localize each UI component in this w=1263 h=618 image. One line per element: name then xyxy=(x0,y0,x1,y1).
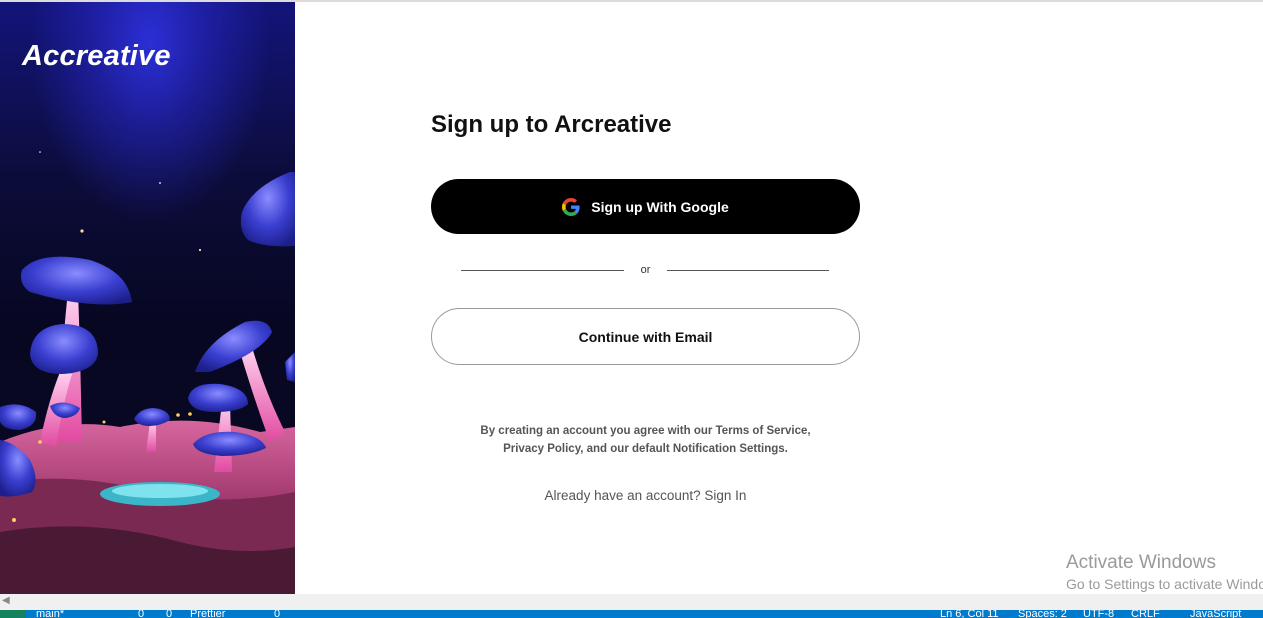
ports-count[interactable]: 0 xyxy=(274,610,280,618)
terms-notice: By creating an account you agree with ou… xyxy=(431,422,860,458)
divider-or-text: or xyxy=(640,264,651,276)
google-signup-button[interactable]: Sign up With Google xyxy=(431,179,860,234)
email-button-label: Continue with Email xyxy=(578,328,713,345)
prettier-status[interactable]: Prettier xyxy=(190,610,225,618)
or-divider: or xyxy=(461,262,829,280)
signup-main: Sign up to Arcreative Sign up With Googl… xyxy=(295,2,1263,594)
sign-in-link[interactable]: Already have an account? Sign In xyxy=(431,488,860,503)
brand-panel: Accreative xyxy=(0,2,295,594)
brand-logo-text: Accreative xyxy=(22,40,171,72)
page-title: Sign up to Arcreative xyxy=(431,111,672,138)
remote-indicator-icon[interactable] xyxy=(0,610,26,618)
mushroom-artwork xyxy=(0,151,295,594)
scroll-left-icon[interactable]: ◀ xyxy=(2,595,10,606)
watermark-subtitle: Go to Settings to activate Windows. xyxy=(1066,576,1263,592)
divider-line-left xyxy=(461,270,624,271)
language-mode[interactable]: JavaScript xyxy=(1190,610,1241,618)
terms-line-2: Privacy Policy, and our default Notifica… xyxy=(503,443,788,455)
google-signup-label: Sign up With Google xyxy=(591,198,729,215)
cursor-position[interactable]: Ln 6, Col 11 xyxy=(940,610,999,618)
file-encoding[interactable]: UTF-8 xyxy=(1083,610,1114,618)
horizontal-scrollbar[interactable]: ◀ xyxy=(0,594,1263,610)
divider-line-right xyxy=(667,270,829,271)
error-count[interactable]: 0 xyxy=(138,610,144,618)
line-endings[interactable]: CRLF xyxy=(1131,610,1160,618)
watermark-title: Activate Windows xyxy=(1066,552,1216,573)
editor-status-bar: main* 0 0 Prettier 0 Ln 6, Col 11 Spaces… xyxy=(0,610,1263,618)
indent-spaces[interactable]: Spaces: 2 xyxy=(1018,610,1067,618)
git-branch[interactable]: main* xyxy=(36,610,64,618)
continue-with-email-button[interactable]: Continue with Email xyxy=(431,308,860,365)
terms-line-1: By creating an account you agree with ou… xyxy=(480,425,811,437)
google-icon xyxy=(562,197,580,216)
warning-count[interactable]: 0 xyxy=(166,610,172,618)
activate-windows-watermark: Activate Windows Go to Settings to activ… xyxy=(1066,552,1263,594)
